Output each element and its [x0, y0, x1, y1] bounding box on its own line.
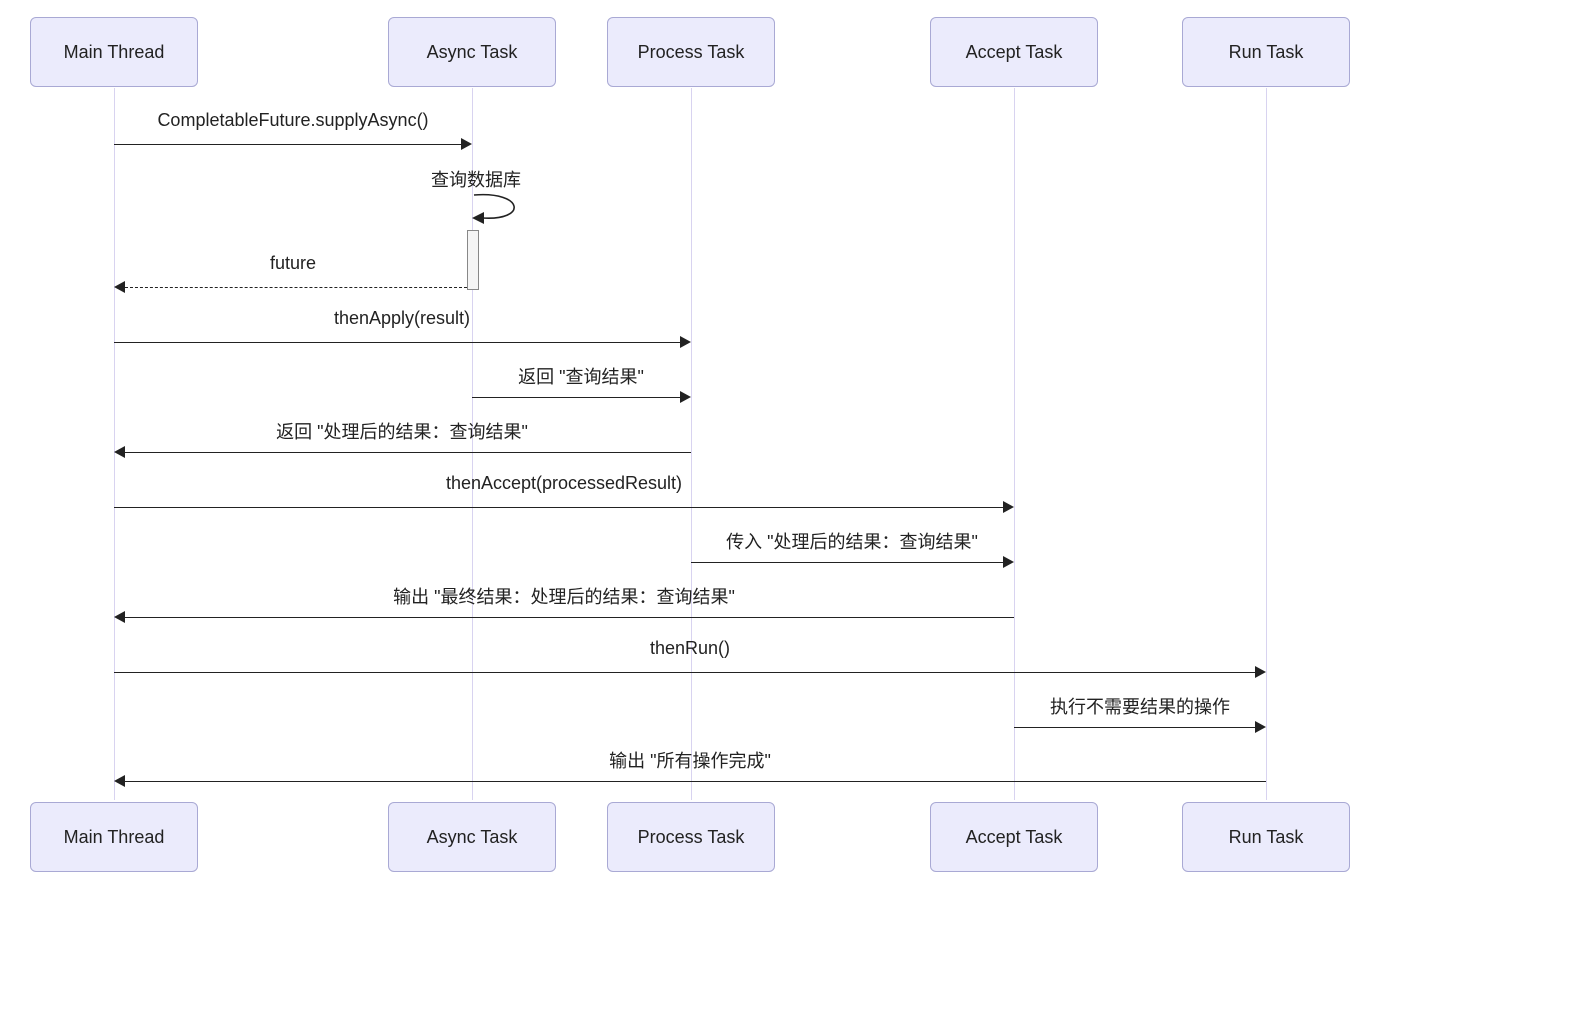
participant-accept-task-top: Accept Task	[930, 17, 1098, 87]
arrow-pass-processed	[691, 562, 1003, 563]
arrow-output-done	[125, 781, 1266, 782]
participant-main-thread-top: Main Thread	[30, 17, 198, 87]
arrow-head-supply-async	[461, 138, 472, 150]
msg-label-return-query: 返回 "查询结果"	[518, 363, 644, 389]
arrow-supply-async	[114, 144, 461, 145]
lifeline-accept-task	[1014, 88, 1015, 800]
arrow-then-apply	[114, 342, 680, 343]
arrow-head-exec-no-result	[1255, 721, 1266, 733]
participant-label: Async Task	[427, 827, 518, 848]
participant-label: Process Task	[638, 827, 745, 848]
msg-label-future: future	[270, 253, 316, 274]
arrow-head-then-apply	[680, 336, 691, 348]
msg-label-then-run: thenRun()	[650, 638, 730, 659]
arrow-future	[125, 287, 467, 288]
arrow-head-future	[114, 281, 125, 293]
arrow-return-processed	[125, 452, 691, 453]
participant-async-task-top: Async Task	[388, 17, 556, 87]
msg-label-output-final: 输出 "最终结果：处理后的结果：查询结果"	[393, 583, 735, 609]
arrow-then-run	[114, 672, 1255, 673]
arrow-then-accept	[114, 507, 1003, 508]
participant-label: Run Task	[1229, 827, 1304, 848]
participant-main-thread-bot: Main Thread	[30, 802, 198, 872]
msg-label-supply-async: CompletableFuture.supplyAsync()	[157, 110, 428, 131]
msg-label-then-accept: thenAccept(processedResult)	[446, 473, 682, 494]
arrow-return-query	[472, 397, 680, 398]
participant-process-task-bot: Process Task	[607, 802, 775, 872]
arrow-head-pass-processed	[1003, 556, 1014, 568]
arrow-head-return-processed	[114, 446, 125, 458]
participant-process-task-top: Process Task	[607, 17, 775, 87]
participant-label: Accept Task	[966, 827, 1063, 848]
self-loop-query-db	[472, 193, 532, 227]
participant-run-task-top: Run Task	[1182, 17, 1350, 87]
participant-run-task-bot: Run Task	[1182, 802, 1350, 872]
msg-label-output-done: 输出 "所有操作完成"	[609, 747, 771, 773]
participant-label: Accept Task	[966, 42, 1063, 63]
msg-label-pass-processed: 传入 "处理后的结果：查询结果"	[726, 528, 978, 554]
participant-label: Main Thread	[64, 42, 165, 63]
arrow-exec-no-result	[1014, 727, 1255, 728]
msg-label-query-db: 查询数据库	[431, 166, 521, 192]
arrow-output-final	[125, 617, 1014, 618]
arrow-head-output-final	[114, 611, 125, 623]
arrow-head-output-done	[114, 775, 125, 787]
arrow-head-return-query	[680, 391, 691, 403]
arrow-head-then-run	[1255, 666, 1266, 678]
participant-async-task-bot: Async Task	[388, 802, 556, 872]
participant-label: Main Thread	[64, 827, 165, 848]
participant-label: Async Task	[427, 42, 518, 63]
activation-async-task	[467, 230, 479, 290]
lifeline-main-thread	[114, 88, 115, 800]
participant-label: Run Task	[1229, 42, 1304, 63]
participant-accept-task-bot: Accept Task	[930, 802, 1098, 872]
participant-label: Process Task	[638, 42, 745, 63]
msg-label-then-apply: thenApply(result)	[334, 308, 470, 329]
arrow-head-then-accept	[1003, 501, 1014, 513]
msg-label-exec-no-result: 执行不需要结果的操作	[1050, 693, 1230, 719]
msg-label-return-processed: 返回 "处理后的结果：查询结果"	[276, 418, 528, 444]
lifeline-run-task	[1266, 88, 1267, 800]
lifeline-process-task	[691, 88, 692, 800]
